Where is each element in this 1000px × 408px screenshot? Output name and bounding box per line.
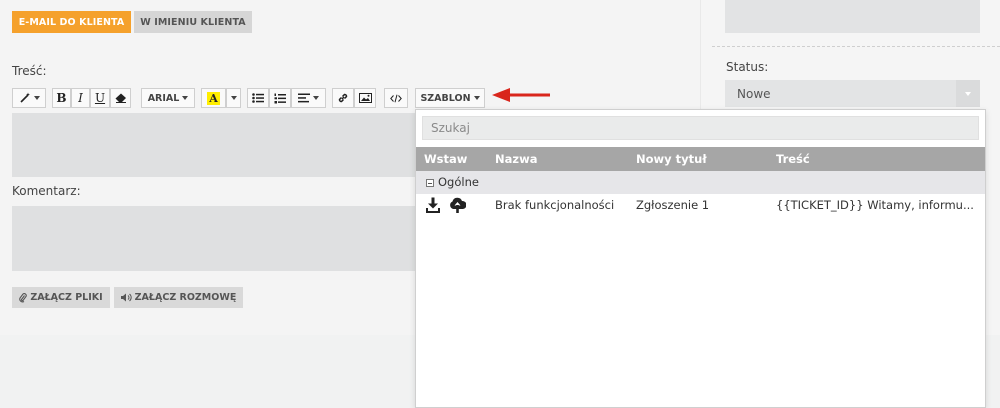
- column-header-wstaw: Wstaw: [424, 152, 468, 166]
- image-icon: [358, 93, 372, 103]
- style-magic-button[interactable]: [12, 88, 46, 108]
- comment-textarea[interactable]: [12, 206, 415, 271]
- row-content: {{TICKET_ID}} Witamy, informu...: [776, 198, 974, 212]
- message-editor[interactable]: [12, 113, 415, 177]
- highlight-color-button[interactable]: A: [201, 88, 226, 108]
- attach-files-label: ZAŁĄCZ PLIKI: [30, 292, 103, 303]
- column-header-nowy-tytul: Nowy tytuł: [636, 152, 707, 166]
- table-row[interactable]: Brak funkcjonalności Zgłoszenie 1 {{TICK…: [416, 194, 985, 218]
- attach-files-button[interactable]: ZAŁĄCZ PLIKI: [12, 287, 110, 308]
- attach-conversation-label: ZAŁĄCZ ROZMOWĘ: [134, 292, 237, 303]
- eraser-button[interactable]: [110, 88, 131, 108]
- column-header-nazwa: Nazwa: [495, 152, 538, 166]
- highlight-icon: A: [207, 91, 220, 105]
- annotation-arrow-icon: [492, 88, 550, 102]
- chevron-down-icon: [313, 96, 319, 100]
- italic-icon: I: [78, 91, 83, 105]
- italic-button[interactable]: I: [71, 88, 90, 108]
- magic-wand-icon: [19, 92, 30, 103]
- code-icon: [390, 94, 402, 102]
- right-top-field[interactable]: [725, 0, 980, 33]
- tresc-label: Treść:: [12, 64, 47, 78]
- chevron-down-icon: [33, 96, 40, 100]
- upload-insert-icon[interactable]: [449, 197, 466, 213]
- status-label: Status:: [726, 60, 769, 74]
- align-left-icon: [298, 93, 310, 103]
- chevron-down-icon: [965, 91, 971, 96]
- divider: [712, 46, 1000, 47]
- tab-w-imieniu-klienta[interactable]: W IMIENIU KLIENTA: [134, 11, 252, 33]
- download-insert-icon[interactable]: [426, 197, 441, 213]
- paragraph-align-button[interactable]: [291, 88, 326, 108]
- status-dropdown-toggle[interactable]: [956, 80, 980, 107]
- highlight-color-dropdown[interactable]: [226, 88, 241, 108]
- group-label: Ogólne: [438, 175, 479, 189]
- code-view-button[interactable]: [384, 88, 408, 108]
- template-button[interactable]: SZABLON: [415, 88, 485, 108]
- numbered-list-icon: [274, 93, 286, 103]
- collapse-icon[interactable]: [426, 179, 434, 187]
- chevron-down-icon: [473, 96, 480, 100]
- template-dropdown: Wstaw Nazwa Nowy tytuł Treść Ogólne Brak…: [415, 109, 986, 408]
- column-header-tresc: Treść: [776, 152, 810, 166]
- row-title: Zgłoszenie 1: [636, 198, 710, 212]
- insert-image-button[interactable]: [354, 88, 376, 108]
- bold-button[interactable]: B: [52, 88, 71, 108]
- font-family-label: ARIAL: [147, 92, 180, 104]
- ordered-list-button[interactable]: [269, 88, 291, 108]
- status-select[interactable]: Nowe: [725, 80, 980, 107]
- bullet-list-icon: [252, 93, 264, 103]
- chevron-down-icon: [230, 96, 237, 100]
- link-icon: [338, 93, 348, 103]
- template-group-ogolne[interactable]: Ogólne: [416, 171, 985, 194]
- tab-email-do-klienta[interactable]: E-MAIL DO KLIENTA: [12, 11, 131, 33]
- template-table-header: Wstaw Nazwa Nowy tytuł Treść: [416, 147, 985, 171]
- status-value: Nowe: [737, 86, 771, 101]
- chevron-down-icon: [182, 96, 189, 100]
- attach-conversation-button[interactable]: ZAŁĄCZ ROZMOWĘ: [114, 287, 243, 308]
- template-label: SZABLON: [420, 92, 471, 104]
- eraser-icon: [115, 93, 126, 103]
- font-family-select[interactable]: ARIAL: [141, 88, 195, 108]
- unordered-list-button[interactable]: [247, 88, 269, 108]
- paperclip-icon: [19, 292, 28, 302]
- row-name: Brak funkcjonalności: [495, 198, 615, 212]
- insert-link-button[interactable]: [332, 88, 354, 108]
- bold-icon: B: [56, 91, 67, 105]
- speaker-icon: [120, 293, 132, 302]
- underline-button[interactable]: U: [90, 88, 110, 108]
- underline-icon: U: [94, 91, 106, 105]
- komentarz-label: Komentarz:: [12, 184, 81, 198]
- template-search-input[interactable]: [422, 116, 979, 140]
